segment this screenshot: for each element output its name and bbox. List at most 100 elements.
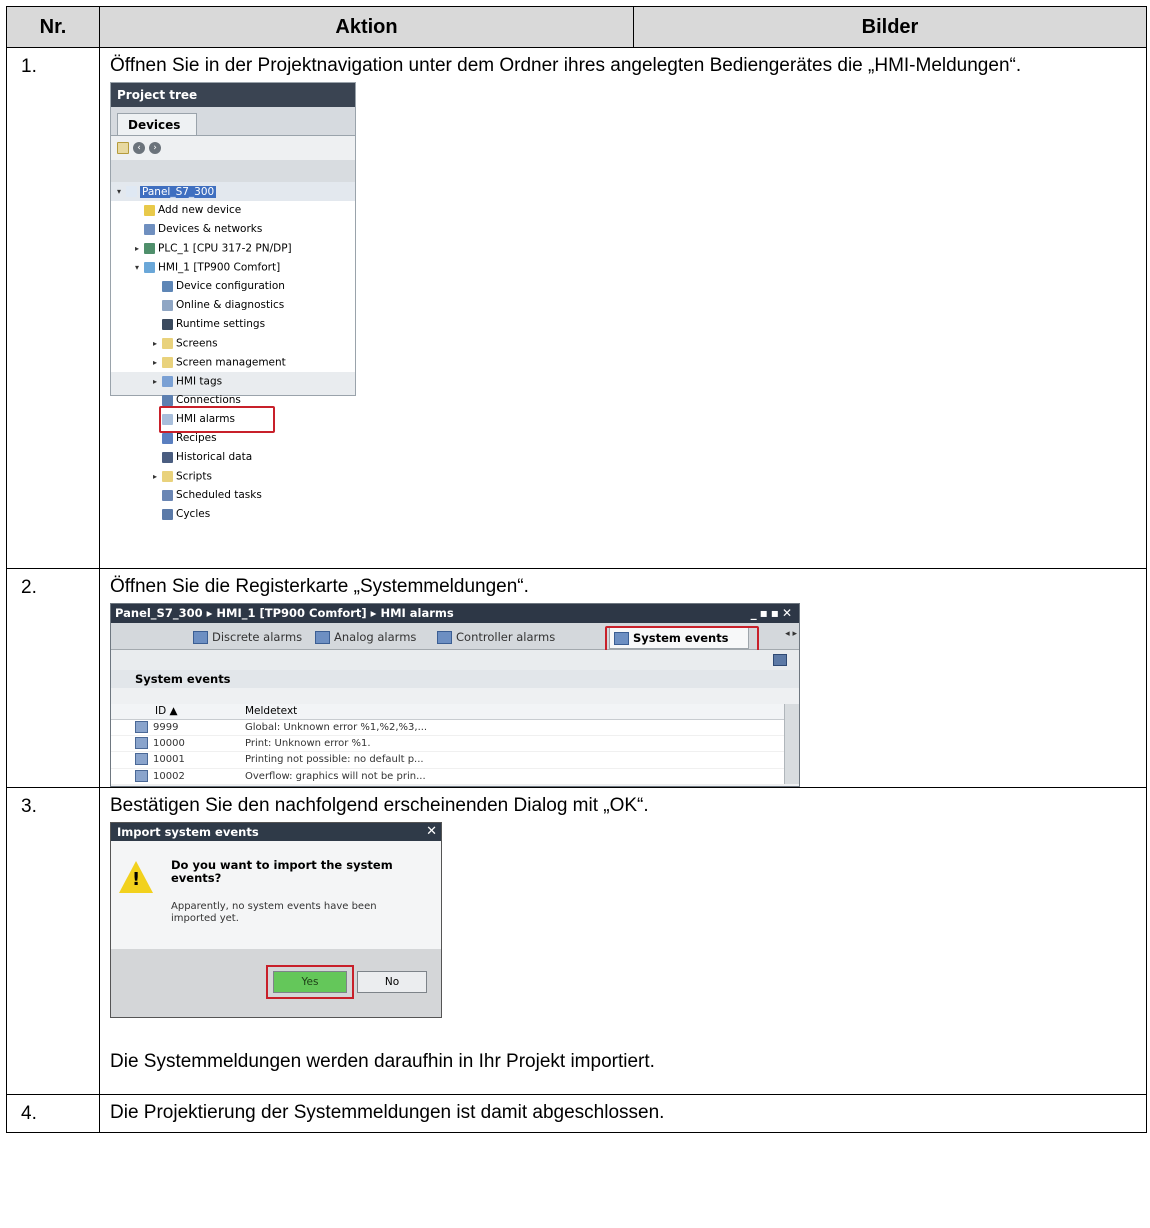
table-row[interactable]: 10002 Overflow: graphics will not be prin… — [111, 769, 785, 785]
diagnostics-icon — [162, 299, 173, 311]
event-text: Print: Unknown error %1. — [245, 738, 371, 750]
event-text: Overflow status on printing of gra... — [245, 785, 423, 786]
collapse-arrow-icon[interactable]: ▸ — [153, 353, 162, 372]
step-content: Öffnen Sie die Registerkarte „Systemmeld… — [99, 568, 1147, 788]
section-title: System events — [111, 670, 799, 688]
add-device-icon — [144, 204, 155, 216]
collapse-arrow-icon[interactable]: ▸ — [135, 239, 144, 258]
dialog-title: Import system events — [117, 825, 259, 839]
system-event-icon — [135, 753, 148, 766]
tree-item[interactable]: ▾ HMI_1 [TP900 Comfort] — [111, 258, 355, 277]
event-text: Overflow: graphics will not be prin... — [245, 770, 426, 782]
scrollbar[interactable] — [784, 704, 799, 784]
step-text: Öffnen Sie in der Projektnavigation unte… — [110, 55, 1022, 76]
step-row-4: 4. Die Projektierung der Systemmeldungen… — [6, 1094, 1147, 1133]
tree-item[interactable]: Add new device — [111, 201, 355, 220]
table-row[interactable]: 10001 Printing not possible: no default p… — [111, 752, 785, 769]
tree-item-label: HMI tags — [176, 375, 223, 388]
table-row[interactable]: 10003Overflow status on printing of gra.… — [111, 785, 785, 786]
tree-item-label: Connections — [176, 394, 241, 406]
devices-tab[interactable]: Devices — [117, 113, 197, 135]
plc-icon — [144, 243, 155, 254]
tree-item[interactable]: Recipes — [111, 429, 355, 448]
tree-item[interactable]: ▸ HMI tags — [111, 372, 355, 391]
back-icon[interactable]: ‹ — [133, 142, 145, 154]
event-text: Printing not possible: no default p... — [245, 754, 424, 766]
step-content: Bestätigen Sie den nachfolgend erscheine… — [99, 787, 1147, 1095]
step-number: 4. — [6, 1094, 100, 1133]
system-event-icon — [135, 737, 148, 750]
table-row[interactable]: 10000 Print: Unknown error %1. — [111, 736, 785, 753]
instruction-table: Nr. Aktion Bilder 1. Öffnen Sie in der P… — [6, 6, 1147, 1133]
cycles-icon — [162, 508, 173, 520]
dialog-question: Do you want to import the system events? — [171, 858, 393, 885]
alarm-icon — [315, 631, 330, 644]
step-result-text: Die Systemmeldungen werden daraufhin in … — [110, 1051, 655, 1072]
forward-icon[interactable]: › — [149, 142, 161, 154]
tree-item-label: Device configuration — [176, 280, 285, 292]
alarm-icon — [193, 631, 208, 644]
close-icon[interactable]: ✕ — [426, 823, 437, 841]
tree-item[interactable]: Historical data — [111, 448, 355, 467]
tree-item[interactable]: Online & diagnostics — [111, 296, 355, 315]
window-controls[interactable]: _▪▪✕ — [751, 604, 795, 623]
tree-item[interactable]: HMI alarms — [111, 406, 355, 433]
step-text: Öffnen Sie die Registerkarte „Systemmeld… — [110, 576, 529, 597]
project-tree-panel: Project tree Devices ‹ › ▾ Panel_S7_300 Ad… — [110, 82, 356, 520]
tree-item[interactable]: ▾ Panel_S7_300 — [111, 182, 355, 201]
yes-button[interactable]: Yes — [273, 971, 347, 993]
editor-breadcrumb: Panel_S7_300 ▸ HMI_1 [TP900 Comfort] ▸ H… — [115, 606, 454, 620]
connections-icon — [162, 394, 173, 406]
column-id[interactable]: ID ▲ — [155, 704, 178, 719]
tree-item-label: PLC_1 [CPU 317-2 PN/DP] — [158, 242, 292, 255]
tree-item[interactable]: Devices & networks — [111, 220, 355, 239]
step-number: 2. — [6, 568, 100, 788]
scripts-icon — [162, 471, 173, 482]
historical-icon — [162, 451, 173, 463]
event-text: Global: Unknown error %1,%2,%3,... — [245, 722, 428, 733]
tree-item[interactable]: Scheduled tasks — [111, 486, 355, 505]
tree-item[interactable]: Runtime settings — [111, 315, 355, 334]
system-event-icon — [135, 769, 148, 782]
device-config-icon — [162, 280, 173, 292]
project-icon — [126, 186, 137, 197]
dialog-message: Apparently, no system events have been i… — [171, 901, 377, 924]
table-row[interactable]: 9999 Global: Unknown error %1,%2,%3,... — [111, 720, 785, 737]
column-meldetext[interactable]: Meldetext — [245, 704, 297, 719]
project-tree-title: Project tree — [111, 83, 355, 107]
step-number: 1. — [6, 47, 100, 569]
export-icon[interactable] — [773, 654, 787, 666]
expand-arrow-icon[interactable]: ▾ — [117, 182, 126, 201]
tree-item[interactable]: ▸ Scripts — [111, 467, 355, 486]
tree-item-label: Runtime settings — [176, 318, 266, 330]
tab-scroll-arrows[interactable]: ◂ ▸ — [785, 629, 797, 639]
no-button[interactable]: No — [357, 971, 427, 993]
system-event-icon — [135, 721, 148, 733]
tab-analog-alarms[interactable]: Analog alarms — [311, 627, 416, 647]
hmi-icon — [144, 262, 155, 273]
step-row-1: 1. Öffnen Sie in der Projektnavigation u… — [6, 47, 1147, 569]
tree-item[interactable]: Cycles — [111, 505, 355, 524]
collapse-arrow-icon[interactable]: ▸ — [153, 372, 162, 391]
new-item-icon[interactable] — [117, 142, 129, 154]
header-aktion: Aktion — [99, 6, 634, 48]
tree-item-label: Cycles — [176, 508, 211, 520]
event-id: 10002 — [153, 770, 185, 782]
tree-item[interactable]: ▸ PLC_1 [CPU 317-2 PN/DP] — [111, 239, 355, 258]
step-text: Die Projektierung der Systemmeldungen is… — [110, 1102, 665, 1123]
tree-item-label: Online & diagnostics — [176, 299, 285, 311]
tab-controller-alarms[interactable]: Controller alarms — [433, 627, 555, 647]
expand-arrow-icon[interactable]: ▾ — [135, 258, 144, 277]
scheduled-icon — [162, 489, 173, 501]
hmi-alarms-editor: Panel_S7_300 ▸ HMI_1 [TP900 Comfort] ▸ H… — [110, 603, 800, 787]
tree-item-label: Scripts — [176, 470, 212, 483]
collapse-arrow-icon[interactable]: ▸ — [153, 334, 162, 353]
tree-item[interactable]: ▸ Screens — [111, 334, 355, 353]
tree-item[interactable]: ▸ Screen management — [111, 353, 355, 372]
tree-item-label: Add new device — [158, 204, 242, 216]
header-nr: Nr. — [6, 6, 100, 48]
tree-item[interactable]: Device configuration — [111, 277, 355, 296]
tab-discrete-alarms[interactable]: Discrete alarms — [189, 627, 302, 647]
tags-icon — [162, 376, 173, 387]
collapse-arrow-icon[interactable]: ▸ — [153, 467, 162, 486]
